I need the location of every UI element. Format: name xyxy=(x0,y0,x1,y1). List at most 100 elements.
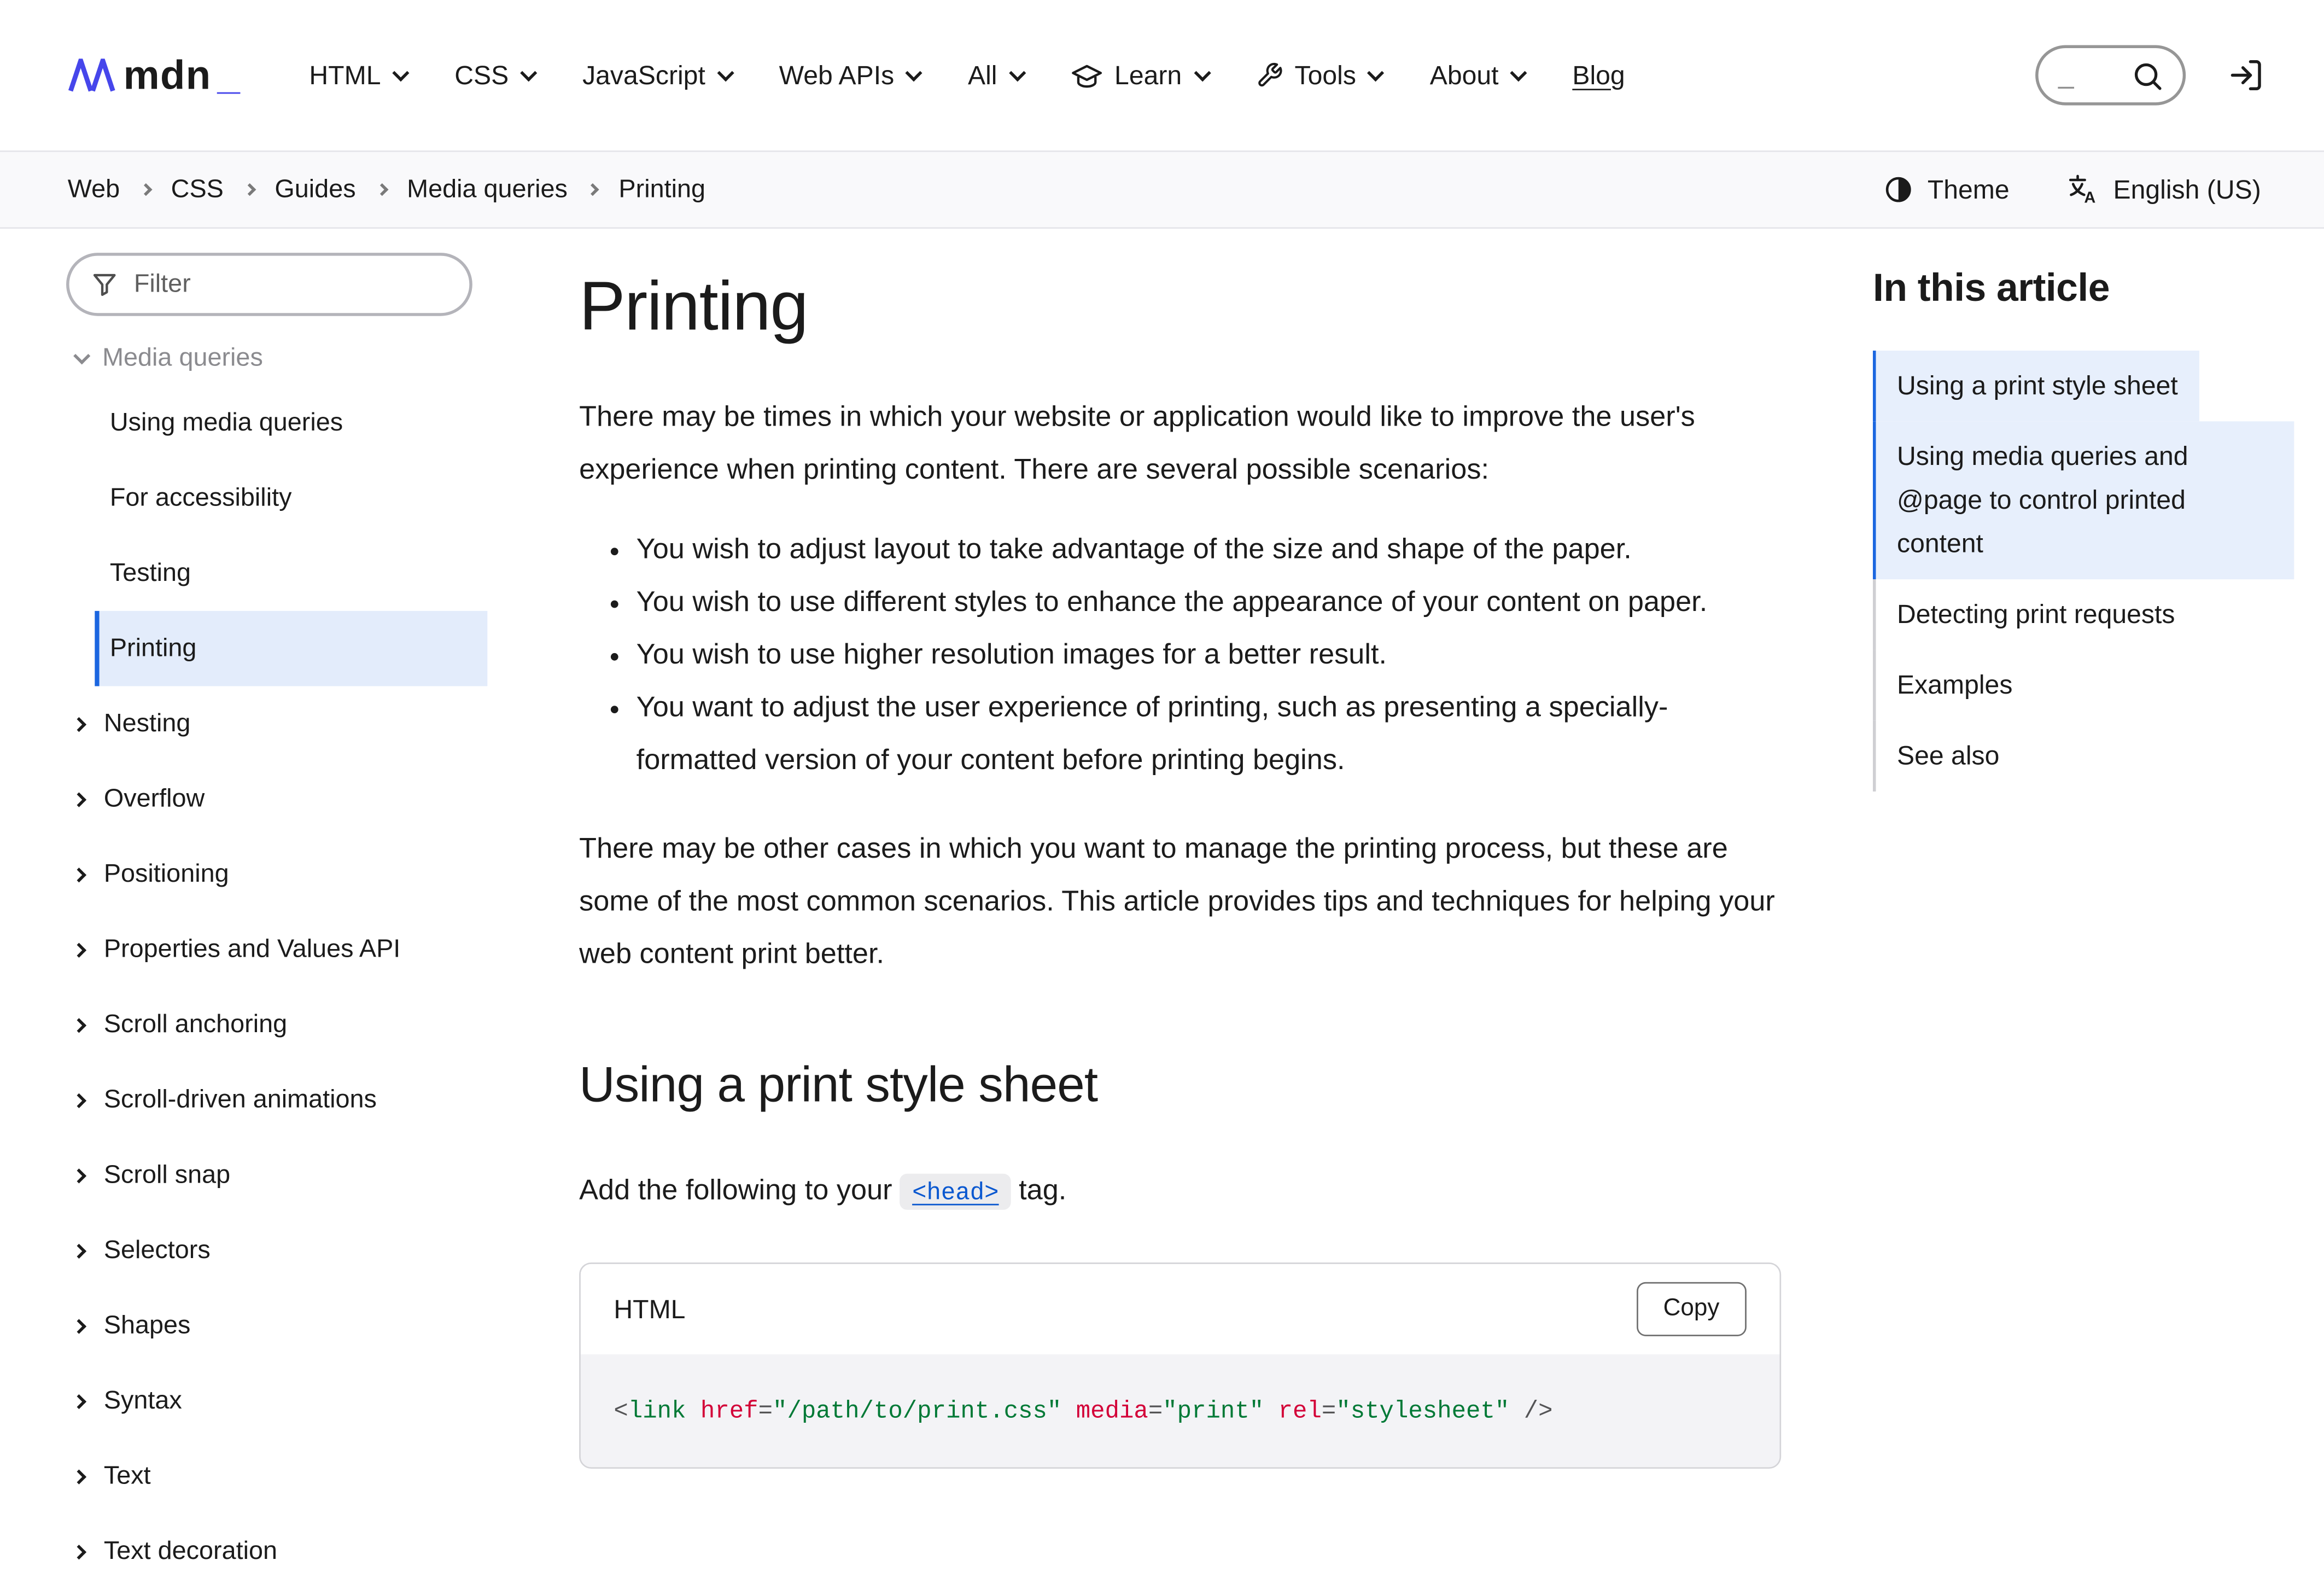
sidebar-item-scroll-snap[interactable]: Scroll snap xyxy=(66,1138,230,1213)
content-layout: Media queries Using media queries For ac… xyxy=(0,229,2324,1589)
toc-link[interactable]: Detecting print requests xyxy=(1873,579,2196,650)
sidebar-item-syntax[interactable]: Syntax xyxy=(66,1363,182,1439)
sidebar-item-using-media-queries[interactable]: Using media queries xyxy=(95,385,487,461)
chevron-right-icon xyxy=(72,1168,86,1183)
scenario-list: You wish to adjust layout to take advant… xyxy=(579,523,1781,787)
sidebar-item-label: Positioning xyxy=(104,856,229,892)
language-button[interactable]: A English (US) xyxy=(2066,173,2261,206)
sidebar-item-label[interactable]: For accessibility xyxy=(95,461,487,536)
sidebar-item-label[interactable]: Printing xyxy=(95,611,487,686)
breadcrumb-separator-icon xyxy=(587,183,599,196)
sidebar-filter[interactable] xyxy=(66,253,472,316)
graduation-cap-icon xyxy=(1071,62,1102,88)
breadcrumb-guides[interactable]: Guides xyxy=(275,174,355,205)
chevron-right-icon xyxy=(72,942,86,957)
nav-item-tools[interactable]: Tools xyxy=(1256,60,1380,91)
toc-item-see-also[interactable]: See also xyxy=(1873,721,2294,791)
breadcrumb-bar: Web CSS Guides Media queries Printing Th… xyxy=(0,150,2324,229)
sidebar-item-overflow[interactable]: Overflow xyxy=(66,761,205,837)
nav-item-learn[interactable]: Learn xyxy=(1071,60,1206,91)
page: mdn _ HTML CSS JavaScript Web APIs All xyxy=(0,0,2324,1532)
code-language-label: HTML xyxy=(614,1293,685,1325)
toc-link[interactable]: Using a print style sheet xyxy=(1873,351,2199,421)
search-input[interactable] xyxy=(2058,59,2127,92)
chevron-down-icon xyxy=(717,65,734,82)
chevron-down-icon xyxy=(906,65,923,82)
nav-item-label: CSS xyxy=(454,60,509,91)
sidebar-item-label: Scroll anchoring xyxy=(104,1006,287,1043)
nav-item-html[interactable]: HTML xyxy=(309,60,405,91)
breadcrumb-web[interactable]: Web xyxy=(68,174,120,205)
search-icon[interactable] xyxy=(2132,60,2163,91)
table-of-contents: In this article Using a print style shee… xyxy=(1873,253,2294,791)
toc-item-examples[interactable]: Examples xyxy=(1873,650,2294,720)
filter-input[interactable] xyxy=(134,269,447,299)
sign-in-button[interactable] xyxy=(2228,57,2264,94)
sidebar-item-label[interactable]: Using media queries xyxy=(95,385,487,461)
nav-item-all[interactable]: All xyxy=(968,60,1021,91)
nav-item-label: HTML xyxy=(309,60,381,91)
sidebar-item-label: Text decoration xyxy=(104,1533,277,1569)
sidebar-item-positioning[interactable]: Positioning xyxy=(66,837,229,912)
sidebar-item-text-decoration[interactable]: Text decoration xyxy=(66,1514,277,1589)
breadcrumb-current: Printing xyxy=(618,174,705,205)
breadcrumb-css[interactable]: CSS xyxy=(171,174,224,205)
theme-icon xyxy=(1884,174,1914,205)
sidebar-item-label: Selectors xyxy=(104,1232,211,1268)
sidebar-item-scroll-driven-animations[interactable]: Scroll-driven animations xyxy=(66,1062,377,1138)
sidebar-item-scroll-anchoring[interactable]: Scroll anchoring xyxy=(66,987,287,1063)
nav-item-web-apis[interactable]: Web APIs xyxy=(779,60,919,91)
sign-in-icon xyxy=(2228,57,2264,94)
nav-item-label: JavaScript xyxy=(582,60,705,91)
lead-text: Add the following to your xyxy=(579,1175,892,1207)
sidebar-section-children: Using media queries For accessibility Te… xyxy=(95,385,487,686)
page-title: Printing xyxy=(579,265,1781,346)
sidebar-item-for-accessibility[interactable]: For accessibility xyxy=(95,461,487,536)
sidebar-item-printing-active[interactable]: Printing xyxy=(95,611,487,686)
body-paragraph: There may be other cases in which you wa… xyxy=(579,823,1781,981)
toc-item-using-media-queries-and-page[interactable]: Using media queries and @page to control… xyxy=(1873,421,2294,579)
language-label: English (US) xyxy=(2113,174,2261,206)
chevron-down-icon xyxy=(521,65,538,82)
sidebar-item-text[interactable]: Text xyxy=(66,1439,151,1514)
mdn-logo-mark-icon xyxy=(66,59,118,92)
nav-item-label: Web APIs xyxy=(779,60,895,91)
nav-item-about[interactable]: About xyxy=(1430,60,1523,91)
sidebar-section-media-queries[interactable]: Media queries xyxy=(66,331,263,385)
sidebar-item-nesting[interactable]: Nesting xyxy=(66,686,190,761)
code-snippet[interactable]: <link href="/path/to/print.css" media="p… xyxy=(581,1354,1780,1467)
toc-item-using-a-print-style-sheet[interactable]: Using a print style sheet xyxy=(1873,351,2294,421)
sidebar-item-selectors[interactable]: Selectors xyxy=(66,1213,211,1288)
sidebar-item-properties-and-values-api[interactable]: Properties and Values API xyxy=(66,912,400,987)
nav-item-javascript[interactable]: JavaScript xyxy=(582,60,729,91)
chevron-right-icon xyxy=(72,867,86,882)
chevron-right-icon xyxy=(72,1544,86,1559)
toc-item-detecting-print-requests[interactable]: Detecting print requests xyxy=(1873,579,2294,650)
toc-link[interactable]: Using media queries and @page to control… xyxy=(1873,421,2294,579)
sidebar-item-label: Scroll snap xyxy=(104,1157,230,1194)
nav-item-label: All xyxy=(968,60,997,91)
toc-link[interactable]: See also xyxy=(1873,721,2021,791)
search-box[interactable] xyxy=(2035,45,2186,106)
mdn-logo[interactable]: mdn _ xyxy=(66,52,240,98)
sidebar-item-testing[interactable]: Testing xyxy=(95,536,487,611)
translate-icon: A xyxy=(2066,173,2100,206)
mdn-logo-text: mdn xyxy=(124,52,212,98)
sidebar-item-shapes[interactable]: Shapes xyxy=(66,1288,190,1364)
header-actions xyxy=(2035,45,2264,106)
sidebar-item-label[interactable]: Testing xyxy=(95,536,487,611)
code-line: <link href="/path/to/print.css" media="p… xyxy=(614,1398,1552,1425)
nav-item-blog[interactable]: Blog xyxy=(1572,60,1625,91)
sidebar-item-label: Properties and Values API xyxy=(104,932,401,968)
breadcrumb-separator-icon xyxy=(139,183,151,196)
toc-link[interactable]: Examples xyxy=(1873,650,2034,720)
nav-item-css[interactable]: CSS xyxy=(454,60,533,91)
copy-button[interactable]: Copy xyxy=(1636,1282,1747,1336)
chevron-right-icon xyxy=(72,1243,86,1258)
breadcrumb-media-queries[interactable]: Media queries xyxy=(407,174,568,205)
chevron-right-icon xyxy=(72,1469,86,1483)
sidebar: Media queries Using media queries For ac… xyxy=(66,253,487,1589)
nav-item-label: Tools xyxy=(1295,60,1356,91)
theme-button[interactable]: Theme xyxy=(1884,174,2010,206)
head-tag-link[interactable]: <head> xyxy=(900,1174,1011,1210)
